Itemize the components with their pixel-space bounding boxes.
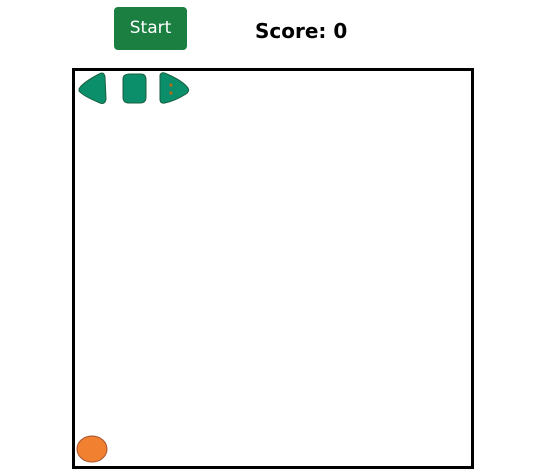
score-label: Score: 0 bbox=[255, 19, 348, 43]
game-board[interactable] bbox=[72, 68, 474, 469]
snake-tail-eye bbox=[169, 83, 173, 87]
snake-tail bbox=[159, 72, 190, 104]
snake-tail-eye bbox=[169, 91, 173, 95]
snake-head bbox=[78, 72, 107, 104]
food-apple bbox=[76, 435, 108, 463]
snake-body-segment bbox=[122, 73, 147, 104]
start-button[interactable]: Start bbox=[114, 7, 187, 50]
game-canvas bbox=[76, 72, 190, 463]
